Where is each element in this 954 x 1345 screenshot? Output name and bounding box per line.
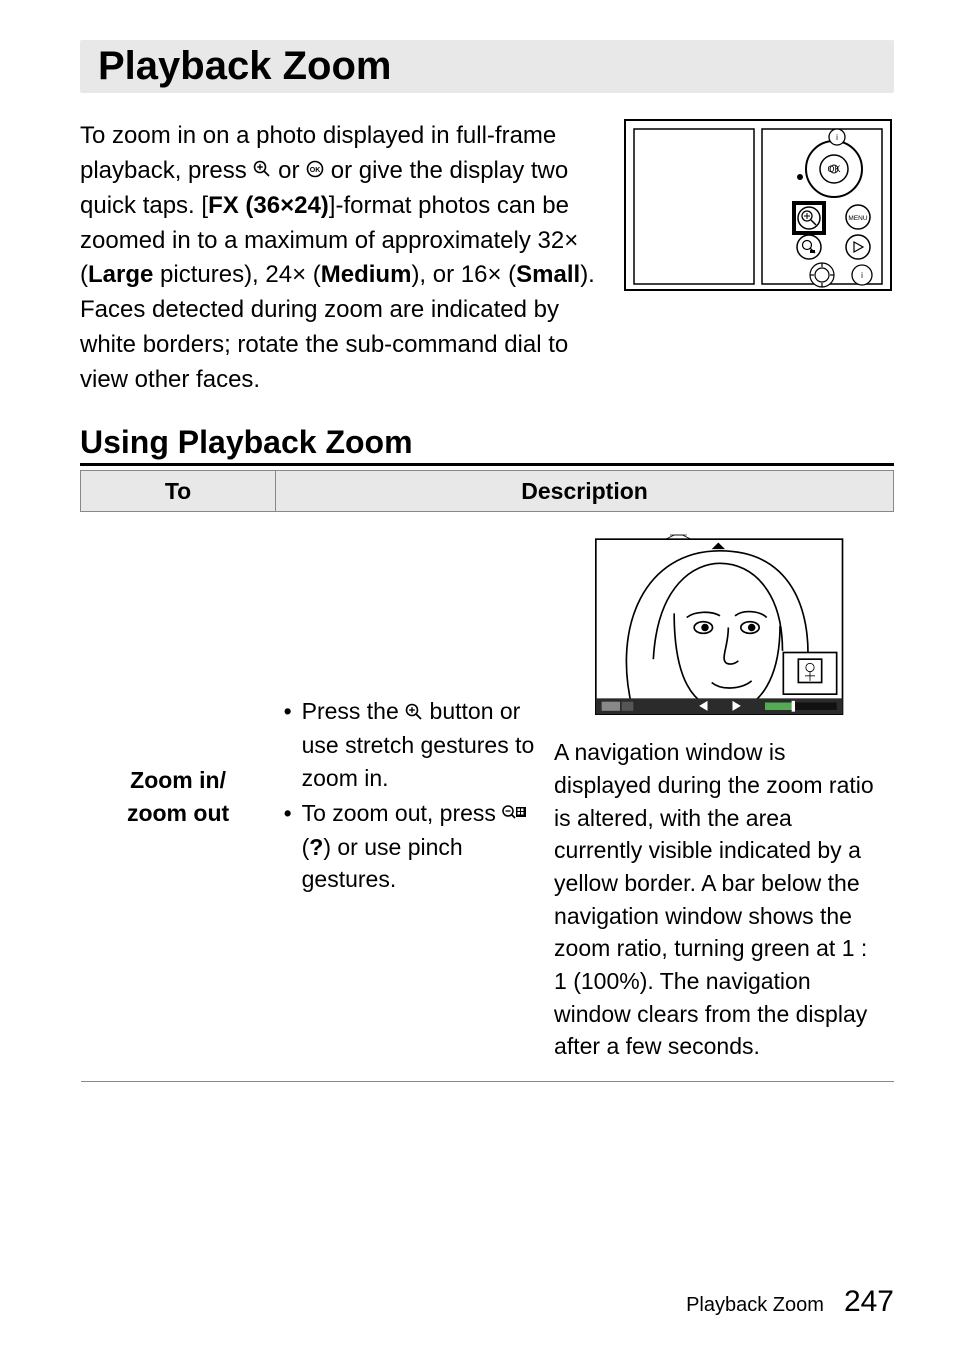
col-header-description: Description (276, 470, 894, 512)
intro-large-label: Large (88, 261, 153, 288)
bullet2-text-c: ) or use pinch gestures. (302, 834, 463, 893)
row-label-zoom: Zoom in/ zoom out (81, 512, 276, 1082)
intro-small-label: Small (516, 261, 580, 288)
zoom-in-icon (253, 154, 271, 189)
list-item: Press the button or use stretch gestures… (284, 695, 544, 795)
svg-text:i: i (861, 271, 863, 280)
row-label-line2: zoom out (127, 800, 229, 826)
intro-text-2: or (271, 157, 306, 184)
svg-text:MENU: MENU (848, 215, 867, 222)
intro-section: To zoom in on a photo displayed in full-… (80, 119, 894, 398)
page-title: Playback Zoom (98, 44, 876, 89)
list-item: To zoom out, press (?) or use pinch gest… (284, 797, 544, 897)
description-right: A navigation window is displayed during … (554, 530, 885, 1063)
intro-medium-label: Medium (321, 261, 412, 288)
row-description-cell: Press the button or use stretch gestures… (276, 512, 894, 1082)
intro-text-6: ), or 16× ( (411, 261, 516, 288)
bullet1-text-a: Press the (302, 698, 406, 724)
zoom-in-icon (405, 697, 423, 730)
title-bar: Playback Zoom (80, 40, 894, 93)
intro-paragraph: To zoom in on a photo displayed in full-… (80, 119, 610, 398)
zoom-out-thumbnail-icon (502, 798, 528, 831)
bullet2-text-a: To zoom out, press (302, 800, 503, 826)
intro-text-5: pictures), 24× ( (153, 261, 320, 288)
navigation-window-text: A navigation window is displayed during … (554, 739, 874, 1059)
camera-back-icon: OK MENU i i (624, 119, 894, 299)
svg-text:OK: OK (310, 167, 321, 174)
page-number: 247 (844, 1285, 894, 1319)
footer-section-label: Playback Zoom (686, 1294, 824, 1317)
row-label-line1: Zoom in/ (130, 767, 226, 793)
description-bullets: Press the button or use stretch gestures… (284, 695, 544, 898)
navigation-window-illustration (595, 530, 845, 730)
col-header-to: To (81, 470, 276, 512)
intro-fx-label: FX (36×24) (208, 192, 329, 219)
section-heading: Using Playback Zoom (80, 424, 894, 466)
page-footer: Playback Zoom 247 (686, 1285, 894, 1319)
feature-table: To Description Zoom in/ zoom out Press t… (80, 470, 894, 1082)
question-mark: ? (309, 834, 323, 860)
svg-text:i: i (836, 133, 838, 142)
ok-icon: OK (306, 154, 324, 189)
table-row: Zoom in/ zoom out Press the button or us… (81, 512, 894, 1082)
